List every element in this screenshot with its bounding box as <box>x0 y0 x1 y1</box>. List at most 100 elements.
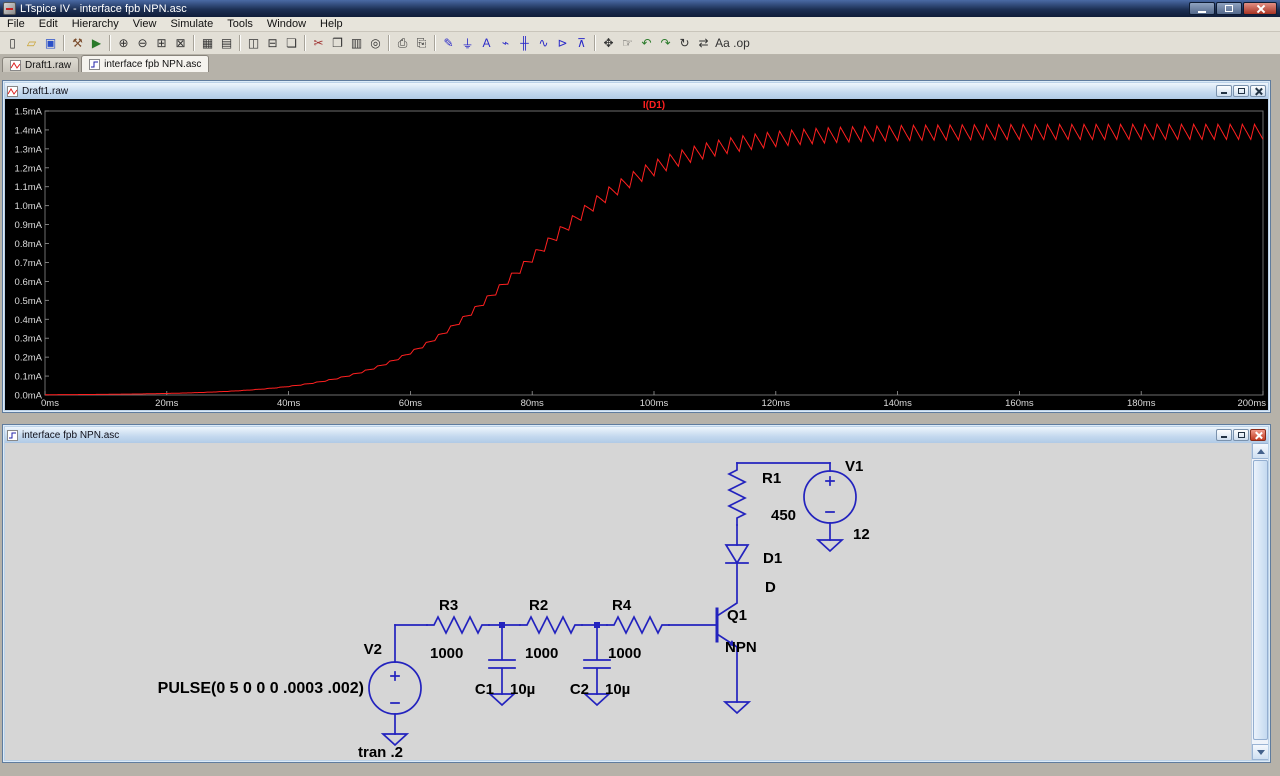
toolbar-snap-button[interactable]: ▤ <box>217 34 236 53</box>
toolbar-separator <box>388 35 390 51</box>
toolbar-drag-button[interactable]: ☞ <box>618 34 637 53</box>
label-q1-value[interactable]: NPN <box>725 639 757 656</box>
label-d1-name[interactable]: D1 <box>763 550 782 567</box>
toolbar-paste-button[interactable]: ▥ <box>347 34 366 53</box>
toolbar-rotate-button[interactable]: ↻ <box>675 34 694 53</box>
toolbar-redo-button[interactable]: ↷ <box>656 34 675 53</box>
toolbar-control-panel-button[interactable]: ⚒ <box>68 34 87 53</box>
scroll-up-button[interactable] <box>1252 443 1268 459</box>
toolbar-print-preview-button[interactable]: ⎘ <box>412 34 431 53</box>
menu-edit[interactable]: Edit <box>32 17 65 31</box>
scrollbar-thumb[interactable] <box>1253 460 1268 740</box>
toolbar-ground-button[interactable]: ⏚ <box>458 34 477 53</box>
menu-hierarchy[interactable]: Hierarchy <box>65 17 126 31</box>
waveform-window-titlebar[interactable]: Draft1.raw <box>5 83 1268 99</box>
toolbar-spice-directive-button[interactable]: .op <box>732 34 751 53</box>
scroll-down-button[interactable] <box>1252 744 1268 760</box>
toolbar-zoom-out-button[interactable]: ⊖ <box>133 34 152 53</box>
toolbar-cascade-button[interactable]: ❏ <box>282 34 301 53</box>
component-r2-symbol[interactable] <box>520 617 582 633</box>
waveform-plot-area[interactable]: 0.0mA0.1mA0.2mA0.3mA0.4mA0.5mA0.6mA0.7mA… <box>5 99 1268 410</box>
toolbar-open-button[interactable]: ▱ <box>22 34 41 53</box>
toolbar-diode-button[interactable]: ⊳ <box>553 34 572 53</box>
toolbar-separator <box>193 35 195 51</box>
toolbar-tile-vertical-button[interactable]: ◫ <box>244 34 263 53</box>
label-r1-value[interactable]: 450 <box>771 507 796 524</box>
toolbar-zoom-full-extents-button[interactable]: ⊠ <box>171 34 190 53</box>
label-r4-value[interactable]: 1000 <box>608 645 641 662</box>
schematic-drawing: V1 12 R1 450 D1 D Q1 NPN R4 1000 R2 1000… <box>5 443 1251 760</box>
label-v2-value[interactable]: PULSE(0 5 0 0 0 .0003 .002) <box>158 680 364 697</box>
menu-tools[interactable]: Tools <box>220 17 260 31</box>
label-r3-value[interactable]: 1000 <box>430 645 463 662</box>
label-r3-name[interactable]: R3 <box>439 597 458 614</box>
toolbar-cut-button[interactable]: ✂ <box>309 34 328 53</box>
toolbar-wire-button[interactable]: ✎ <box>439 34 458 53</box>
label-d1-value[interactable]: D <box>765 579 776 596</box>
maximize-button[interactable] <box>1216 2 1242 15</box>
label-v1-value[interactable]: 12 <box>853 526 870 543</box>
component-v1-symbol[interactable] <box>737 463 856 551</box>
menu-simulate[interactable]: Simulate <box>163 17 220 31</box>
toolbar-move-button[interactable]: ✥ <box>599 34 618 53</box>
component-d1-symbol[interactable] <box>726 525 748 563</box>
toolbar-mirror-button[interactable]: ⇄ <box>694 34 713 53</box>
wire-junction <box>594 622 600 628</box>
schematic-minimize-button[interactable] <box>1216 429 1232 441</box>
toolbar-run-button[interactable]: ▶ <box>87 34 106 53</box>
schematic-canvas[interactable]: V1 12 R1 450 D1 D Q1 NPN R4 1000 R2 1000… <box>5 443 1268 760</box>
maximize-icon <box>1225 5 1233 12</box>
toolbar-save-button[interactable]: ▣ <box>41 34 60 53</box>
schematic-window-buttons <box>1216 429 1266 441</box>
waveform-close-button[interactable] <box>1250 85 1266 97</box>
label-v1-name[interactable]: V1 <box>845 458 863 475</box>
toolbar-capacitor-button[interactable]: ╫ <box>515 34 534 53</box>
toolbar-copy-button[interactable]: ❐ <box>328 34 347 53</box>
toolbar-undo-button[interactable]: ↶ <box>637 34 656 53</box>
y-tick-label: 0.9mA <box>15 220 43 231</box>
label-q1-name[interactable]: Q1 <box>727 607 747 624</box>
toolbar-text-button[interactable]: Aa <box>713 34 732 53</box>
component-r1-symbol[interactable] <box>729 463 745 525</box>
toolbar-tile-horizontal-button[interactable]: ⊟ <box>263 34 282 53</box>
waveform-minimize-button[interactable] <box>1216 85 1232 97</box>
component-r3-symbol[interactable] <box>427 617 489 633</box>
label-c2-name[interactable]: C2 <box>570 681 589 698</box>
toolbar-component-button[interactable]: ⊼ <box>572 34 591 53</box>
label-spice-directive[interactable]: tran .2 <box>358 744 403 760</box>
label-r2-value[interactable]: 1000 <box>525 645 558 662</box>
toolbar-zoom-area-button[interactable]: ⊞ <box>152 34 171 53</box>
toolbar-net-label-button[interactable]: A <box>477 34 496 53</box>
menu-view[interactable]: View <box>126 17 164 31</box>
waveform-maximize-button[interactable] <box>1233 85 1249 97</box>
toolbar-resistor-button[interactable]: ⌁ <box>496 34 515 53</box>
minimize-button[interactable] <box>1189 2 1215 15</box>
label-v2-name[interactable]: V2 <box>364 641 382 658</box>
trace-i-d1[interactable] <box>45 124 1263 394</box>
toolbar-zoom-in-button[interactable]: ⊕ <box>114 34 133 53</box>
toolbar-inductor-button[interactable]: ∿ <box>534 34 553 53</box>
label-c2-value[interactable]: 10µ <box>605 681 630 698</box>
trace-legend-label[interactable]: I(D1) <box>643 100 665 111</box>
toolbar-new-schematic-button[interactable]: ▯ <box>3 34 22 53</box>
toolbar-print-button[interactable]: ⎙ <box>393 34 412 53</box>
menu-window[interactable]: Window <box>260 17 313 31</box>
schematic-close-button[interactable] <box>1250 429 1266 441</box>
component-q1-symbol[interactable] <box>717 563 749 713</box>
label-c1-value[interactable]: 10µ <box>510 681 535 698</box>
menu-file[interactable]: File <box>0 17 32 31</box>
label-r1-name[interactable]: R1 <box>762 470 781 487</box>
toolbar-grid-button[interactable]: ▦ <box>198 34 217 53</box>
toolbar-find-button[interactable]: ◎ <box>366 34 385 53</box>
label-c1-name[interactable]: C1 <box>475 681 494 698</box>
menu-help[interactable]: Help <box>313 17 350 31</box>
component-r4-symbol[interactable] <box>607 617 669 633</box>
tab-interface-fpb-npn-asc[interactable]: interface fpb NPN.asc <box>81 55 209 72</box>
vertical-scrollbar[interactable] <box>1251 443 1268 760</box>
label-r2-name[interactable]: R2 <box>529 597 548 614</box>
schematic-maximize-button[interactable] <box>1233 429 1249 441</box>
label-r4-name[interactable]: R4 <box>612 597 632 614</box>
close-button[interactable] <box>1243 2 1277 15</box>
schematic-window-titlebar[interactable]: interface fpb NPN.asc <box>5 427 1268 443</box>
tab-draft1-raw[interactable]: Draft1.raw <box>2 57 79 72</box>
